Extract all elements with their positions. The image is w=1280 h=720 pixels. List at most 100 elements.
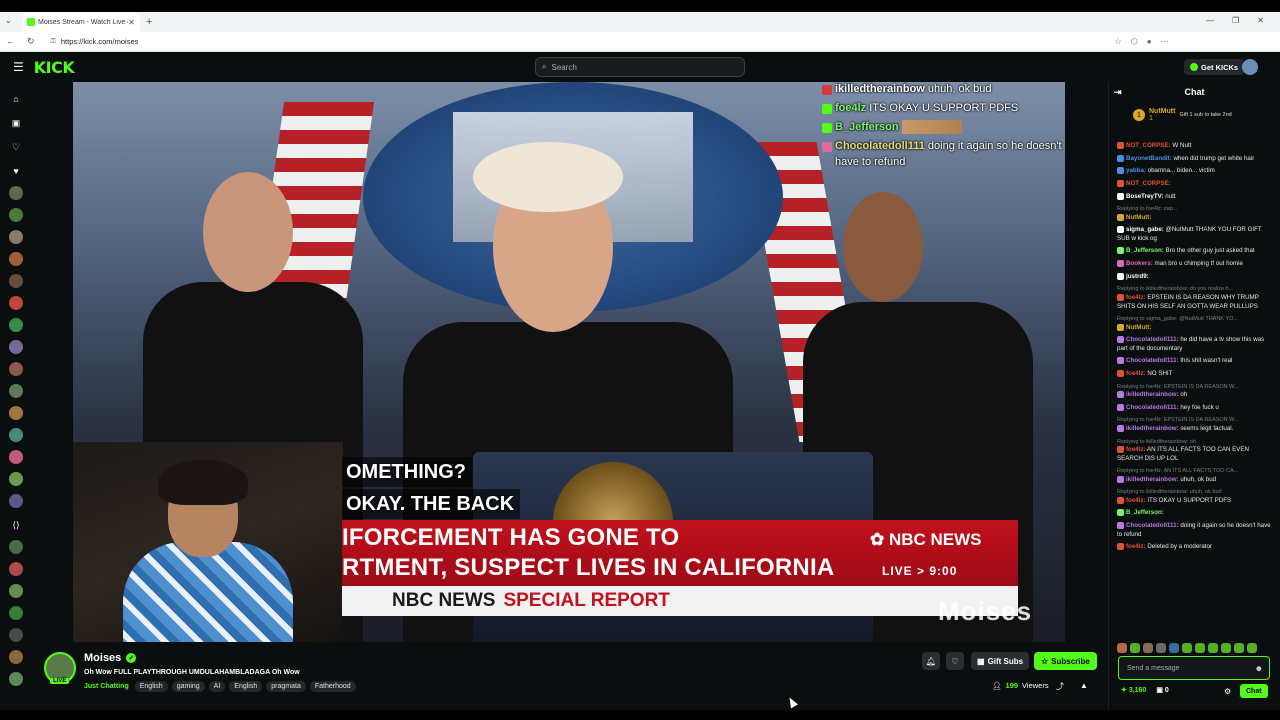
extension-icon[interactable]: ⬡	[1131, 37, 1138, 46]
followed-channel-avatar[interactable]	[9, 186, 23, 200]
chat-username[interactable]: foe4lz:	[1126, 543, 1146, 550]
category-link[interactable]: Just Chatting	[84, 683, 129, 690]
url-field[interactable]: ⚿ https://kick.com/moises	[44, 33, 1105, 50]
chat-username[interactable]: foe4lz:	[1126, 446, 1146, 453]
report-icon[interactable]: ▲	[1080, 681, 1088, 690]
emote-button[interactable]	[1234, 643, 1244, 653]
reply-context[interactable]: Replying to ikilledtherainbow: oh	[1117, 438, 1273, 447]
recommended-channel-avatar[interactable]	[9, 650, 23, 664]
tag-pill[interactable]: English	[229, 681, 263, 692]
star-icon[interactable]: ☆	[1115, 37, 1122, 46]
chat-username[interactable]: Chocolatedoll111:	[1126, 357, 1179, 364]
chat-username[interactable]: ikilledtherainbow:	[1126, 425, 1179, 432]
recommended-channel-avatar[interactable]	[9, 562, 23, 576]
emote-button[interactable]	[1247, 643, 1257, 653]
followed-channel-avatar[interactable]	[9, 274, 23, 288]
chat-username[interactable]: foe4lz:	[1126, 294, 1146, 301]
emote-button[interactable]	[1182, 643, 1192, 653]
kicks-balance[interactable]: ▣ 0	[1156, 686, 1168, 694]
chat-username[interactable]: BoseTreyTV:	[1126, 193, 1163, 200]
followed-channel-avatar[interactable]	[9, 340, 23, 354]
followed-channel-avatar[interactable]	[9, 296, 23, 310]
chat-username[interactable]: BayonetBandit:	[1126, 155, 1172, 162]
recommended-channel-avatar[interactable]	[9, 584, 23, 598]
followed-channel-avatar[interactable]	[9, 362, 23, 376]
collapse-chat-icon[interactable]: ⇥	[1114, 87, 1122, 98]
emote-button[interactable]	[1221, 643, 1231, 653]
followed-channel-avatar[interactable]	[9, 406, 23, 420]
menu-icon[interactable]: ⋯	[1161, 37, 1169, 46]
chat-username[interactable]: Bookers:	[1126, 260, 1153, 267]
tag-pill[interactable]: gaming	[171, 681, 205, 692]
close-tab-icon[interactable]: ✕	[128, 18, 135, 27]
emote-button[interactable]	[1143, 643, 1153, 653]
user-avatar[interactable]	[1242, 59, 1258, 75]
chat-username[interactable]: B_Jefferson:	[1126, 510, 1164, 517]
followed-channel-avatar[interactable]	[9, 384, 23, 398]
chat-username[interactable]: ikilledtherainbow:	[1126, 391, 1179, 398]
back-icon[interactable]: ←	[6, 36, 15, 47]
chat-username[interactable]: Chocolatedoll111:	[1126, 522, 1179, 529]
followed-channel-avatar[interactable]	[9, 318, 23, 332]
search-input[interactable]: ⌕ Search	[535, 57, 745, 77]
leader-name[interactable]: NutMutt	[1149, 108, 1175, 115]
emote-button[interactable]	[1195, 643, 1205, 653]
chat-username[interactable]: NOT_CORPSE:	[1126, 180, 1171, 187]
emoji-picker-icon[interactable]: ☻	[1255, 664, 1263, 673]
profile-icon[interactable]: ●	[1147, 37, 1152, 46]
reply-context[interactable]: Replying to foe4lz: cap...	[1117, 205, 1273, 214]
emote-button[interactable]	[1156, 643, 1166, 653]
following-icon[interactable]: ♡	[9, 140, 23, 154]
new-tab-icon[interactable]: +	[146, 16, 152, 28]
hamburger-menu-icon[interactable]: ☰	[13, 60, 24, 74]
emote-button[interactable]	[1117, 643, 1127, 653]
chat-username[interactable]: ikilledtherainbow:	[1126, 476, 1179, 483]
channel-points[interactable]: ✦ 3,160	[1121, 686, 1146, 694]
reply-context[interactable]: Replying to foe4lz: AN ITS ALL FACTS TOO…	[1117, 467, 1273, 476]
share-icon[interactable]: ⤴	[1056, 681, 1064, 692]
chat-settings-icon[interactable]: ⚙	[1224, 687, 1231, 696]
recommended-channel-avatar[interactable]	[9, 606, 23, 620]
recommended-channel-avatar[interactable]	[9, 672, 23, 686]
get-kicks-button[interactable]: Get KICKs	[1184, 59, 1245, 75]
emote-button[interactable]	[1208, 643, 1218, 653]
recommended-channel-avatar[interactable]	[9, 540, 23, 554]
followed-channel-avatar[interactable]	[9, 230, 23, 244]
followed-channel-avatar[interactable]	[9, 428, 23, 442]
followed-channel-avatar[interactable]	[9, 252, 23, 266]
chat-username[interactable]: NutMutt:	[1126, 324, 1151, 331]
chat-username[interactable]: NOT_CORPSE:	[1126, 142, 1171, 149]
send-chat-button[interactable]: Chat	[1240, 684, 1268, 698]
tag-pill[interactable]: pragmata	[266, 681, 306, 692]
tag-pill[interactable]: Fatherhood	[309, 681, 356, 692]
followed-channel-avatar[interactable]	[9, 208, 23, 222]
chat-username[interactable]: foe4lz:	[1126, 497, 1146, 504]
reload-icon[interactable]: ↻	[27, 36, 35, 47]
gift-prompt[interactable]: Gift 1 sub to take 2nd	[1179, 112, 1231, 118]
followed-channel-avatar[interactable]	[9, 472, 23, 486]
chat-username[interactable]: NutMutt:	[1126, 214, 1151, 221]
chat-username[interactable]: sigma_gabe:	[1126, 226, 1164, 233]
follow-button[interactable]: ♡	[946, 652, 964, 670]
reply-context[interactable]: Replying to foe4lz: EPSTEIN IS DA REASON…	[1117, 383, 1273, 392]
subscribe-button[interactable]: ☆ Subscribe	[1034, 652, 1097, 670]
gift-subs-button[interactable]: ▦ Gift Subs	[971, 652, 1030, 670]
minimize-icon[interactable]: —	[1206, 16, 1214, 25]
kick-logo[interactable]: KICK	[34, 58, 75, 77]
reply-context[interactable]: Replying to sigma_gabe: @NutMutt THANK Y…	[1117, 315, 1273, 324]
recommended-channel-avatar[interactable]	[9, 628, 23, 642]
tag-pill[interactable]: English	[134, 681, 168, 692]
followed-channel-avatar[interactable]	[9, 450, 23, 464]
restore-icon[interactable]: ❐	[1232, 16, 1239, 25]
close-window-icon[interactable]: ✕	[1257, 16, 1264, 25]
chat-username[interactable]: B_Jefferson:	[1126, 248, 1164, 255]
followed-channel-avatar[interactable]	[9, 494, 23, 508]
chat-username[interactable]: yabba:	[1126, 167, 1146, 174]
tab-search-icon[interactable]: ⌄	[5, 16, 12, 25]
streamer-name[interactable]: Moises	[84, 652, 121, 664]
chat-input[interactable]: Send a message ☻	[1118, 656, 1270, 680]
reply-context[interactable]: Replying to ikilledtherainbow: uhuh, ok …	[1117, 488, 1273, 497]
notification-bell-button[interactable]: 🔔︎	[922, 652, 940, 670]
reply-context[interactable]: Replying to ikilledtherainbow: do you re…	[1117, 285, 1273, 294]
tag-pill[interactable]: AI	[208, 681, 226, 692]
